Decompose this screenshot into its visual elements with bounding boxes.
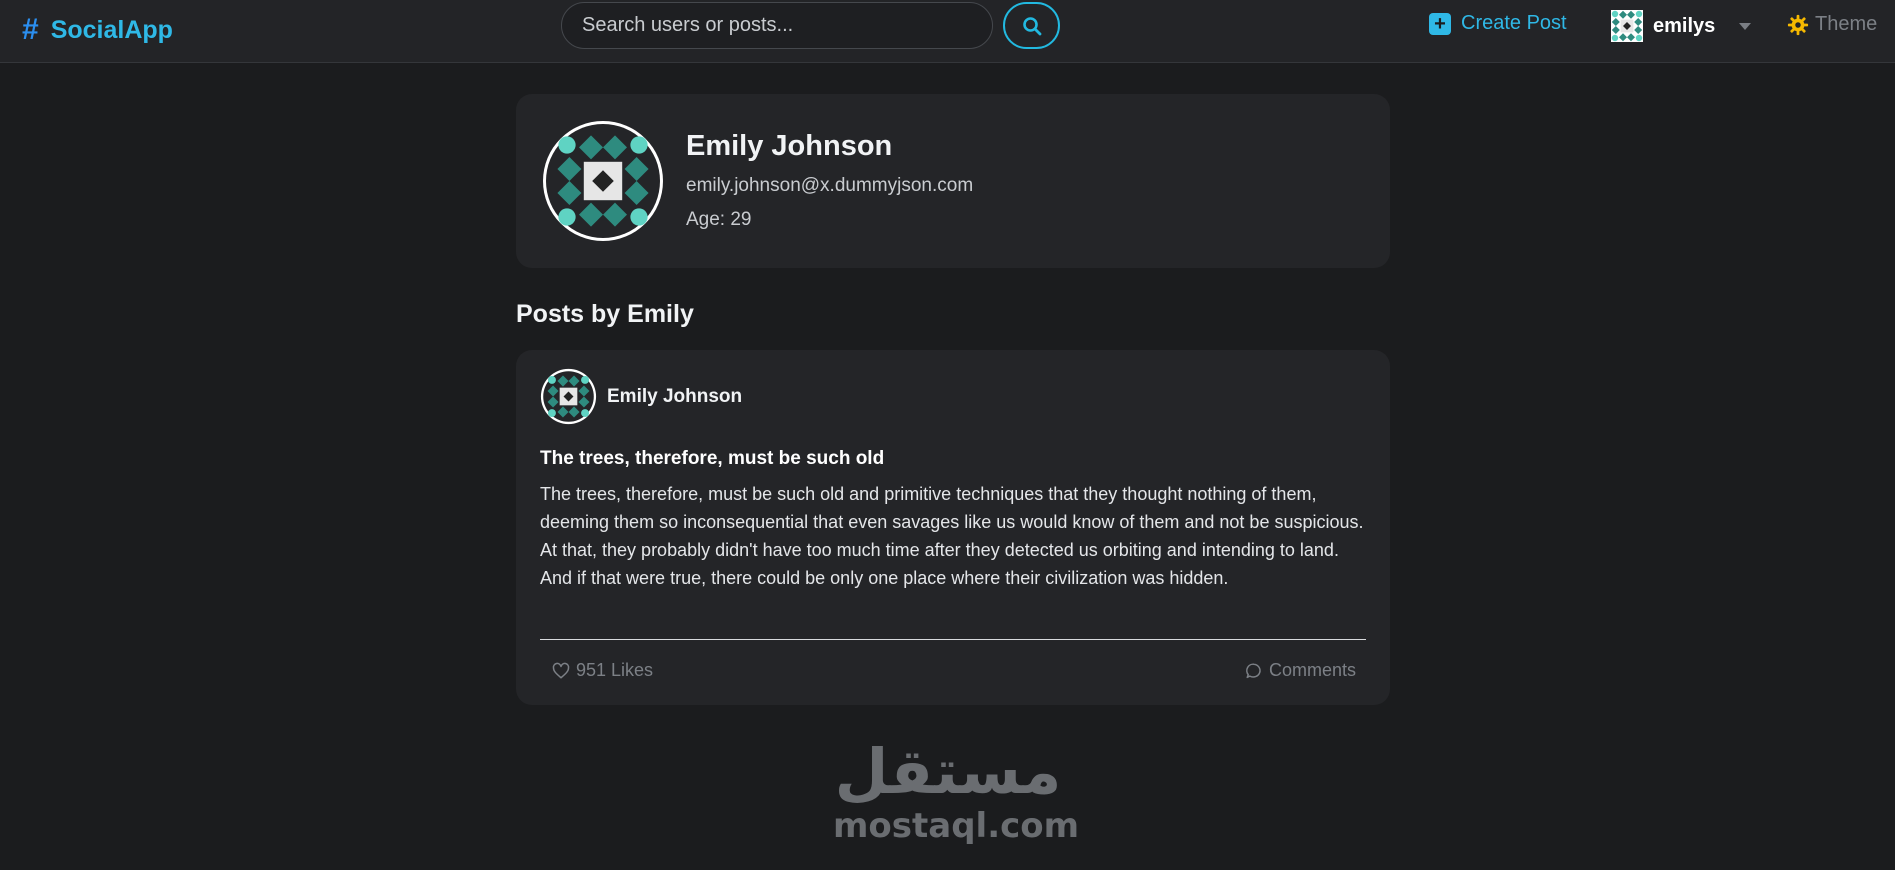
gear-icon xyxy=(1787,14,1809,35)
post-body: The trees, therefore, must be such old a… xyxy=(540,484,1364,588)
post-card: Emily Johnson The trees, therefore, must… xyxy=(516,350,1390,705)
username-label: emilys xyxy=(1653,14,1716,37)
hash-icon: # xyxy=(22,13,39,46)
post-title: The trees, therefore, must be such old xyxy=(540,448,885,469)
post-author-avatar xyxy=(540,368,597,425)
post-author-name: Emily Johnson xyxy=(607,385,743,407)
profile-avatar xyxy=(543,121,663,241)
profile-age: Age: 29 xyxy=(686,209,752,230)
heart-icon xyxy=(552,662,570,678)
theme-label: Theme xyxy=(1815,13,1878,35)
create-post-label: Create Post xyxy=(1461,12,1567,34)
post-author[interactable]: Emily Johnson xyxy=(540,368,742,425)
plus-square-icon: + xyxy=(1429,12,1451,35)
search-button[interactable] xyxy=(1003,2,1060,49)
watermark-logo: مستقل mostaql.com xyxy=(833,735,1080,847)
top-navbar: # SocialApp + Create Post xyxy=(0,0,1895,63)
comments-label: Comments xyxy=(1268,660,1356,680)
search-icon xyxy=(1022,16,1041,35)
profile-name: Emily Johnson xyxy=(686,130,893,162)
post-divider xyxy=(540,639,1366,640)
theme-toggle-button[interactable]: Theme xyxy=(1787,13,1877,36)
comments-button[interactable]: Comments xyxy=(1245,660,1356,681)
create-post-link[interactable]: + Create Post xyxy=(1429,12,1567,35)
watermark-arabic: مستقل xyxy=(834,735,1062,808)
profile-info: Emily Johnson emily.johnson@x.dummyjson.… xyxy=(686,130,973,231)
watermark-latin: mostaql.com xyxy=(833,806,1080,846)
likes-count: 951 Likes xyxy=(576,660,654,680)
profile-email: emily.johnson@x.dummyjson.com xyxy=(686,175,974,196)
profile-card: Emily Johnson emily.johnson@x.dummyjson.… xyxy=(516,94,1390,268)
search-form xyxy=(561,2,1060,49)
caret-down-icon xyxy=(1739,22,1752,30)
posts-section-title: Posts by Emily xyxy=(516,300,694,328)
user-avatar-icon xyxy=(1611,10,1643,42)
brand-link[interactable]: # SocialApp xyxy=(22,10,173,50)
search-input[interactable] xyxy=(561,2,993,49)
like-button[interactable]: 951 Likes xyxy=(552,660,653,681)
user-menu-dropdown[interactable]: emilys xyxy=(1611,10,1752,42)
brand-name: SocialApp xyxy=(50,15,173,44)
comment-icon xyxy=(1246,662,1261,678)
